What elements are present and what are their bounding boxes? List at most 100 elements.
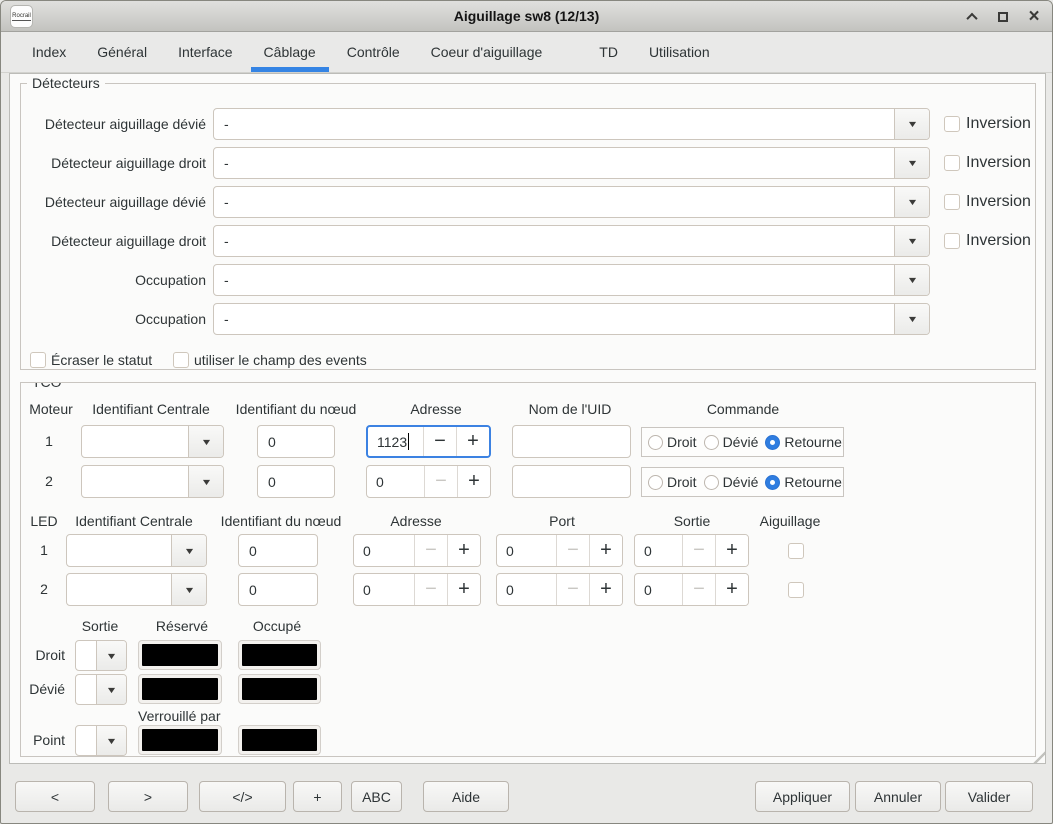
adresse-spinner[interactable]: 0 − + [353,573,481,606]
cancel-button[interactable]: Annuler [855,781,941,812]
dropdown-button[interactable]: ▼ [188,426,223,457]
decrement-button[interactable]: − [414,574,447,605]
port-spinner[interactable]: 0 − + [496,573,623,606]
increment-button[interactable]: + [715,574,748,605]
central-id-combo[interactable]: ▼ [81,425,224,458]
option-ecraser-le-statut[interactable]: Écraser le statut [30,350,152,370]
dropdown-button[interactable]: ▼ [894,304,929,334]
adresse-spinner-value[interactable]: 0 [367,466,424,497]
inversion-checkbox[interactable] [944,233,960,249]
dropdown-button[interactable]: ▼ [171,574,206,605]
occupe-color-button[interactable] [238,725,321,755]
inversion-checkbox[interactable] [944,194,960,210]
radio-droit[interactable] [648,434,663,450]
title-bar[interactable]: Rocrail Aiguillage sw8 (12/13) × [1,1,1052,32]
dropdown-button[interactable]: ▼ [894,148,929,178]
inversion-option[interactable]: Inversion [944,186,1031,218]
sortie-mini-combo[interactable]: ▼ [75,674,127,705]
inversion-checkbox[interactable] [944,116,960,132]
port-spinner-value[interactable]: 0 [497,535,556,566]
radio-devie[interactable] [703,434,719,450]
increment-button[interactable]: + [589,574,622,605]
dropdown-button[interactable]: ▼ [188,466,223,497]
maximize-icon[interactable] [995,9,1011,25]
aiguillage-checkbox[interactable] [788,543,804,559]
reserve-color-button[interactable] [138,725,222,755]
prev-button[interactable]: < [15,781,95,812]
inversion-checkbox[interactable] [944,155,960,171]
reserve-color-button[interactable] [138,674,222,704]
dropdown-button[interactable]: ▼ [96,726,126,755]
central-id-combo[interactable]: ▼ [81,465,224,498]
tab-coeur-d-aiguillage[interactable]: Coeur d'aiguillage [418,32,556,72]
next-button[interactable]: > [108,781,188,812]
radio-retourner[interactable] [765,474,781,490]
decrement-button[interactable]: − [682,574,715,605]
radio-retourner[interactable] [765,434,781,450]
increment-button[interactable]: + [457,466,490,497]
occupe-color-button[interactable] [238,640,321,670]
increment-button[interactable]: + [447,535,480,566]
tab-controle[interactable]: Contrôle [334,32,413,72]
minimize-icon[interactable] [964,9,980,25]
dropdown-button[interactable]: ▼ [96,675,126,704]
radio-droit[interactable] [648,474,663,490]
code-button[interactable]: </> [199,781,286,812]
ecraser-le-statut-checkbox[interactable] [30,352,46,368]
dropdown-button[interactable]: ▼ [894,187,929,217]
dropdown-button[interactable]: ▼ [894,226,929,256]
dropdown-button[interactable]: ▼ [894,265,929,295]
increment-button[interactable]: + [589,535,622,566]
dropdown-button[interactable]: ▼ [171,535,206,566]
adresse-spinner[interactable]: 0 − + [366,465,491,498]
increment-button[interactable]: + [456,427,489,456]
node-id-field[interactable]: 0 [238,534,318,567]
sortie-spinner-value[interactable]: 0 [635,535,682,566]
help-button[interactable]: Aide [423,781,509,812]
ok-button[interactable]: Valider [945,781,1033,812]
decrement-button[interactable]: − [556,535,589,566]
adresse-spinner-value[interactable]: 0 [354,535,414,566]
dropdown-button[interactable]: ▼ [894,109,929,139]
central-id-combo[interactable]: ▼ [66,573,207,606]
inversion-option[interactable]: Inversion [944,225,1031,257]
decrement-button[interactable]: − [424,466,457,497]
node-id-field[interactable]: 0 [257,465,335,498]
adresse-spinner[interactable]: 0 − + [353,534,481,567]
abc-button[interactable]: ABC [351,781,402,812]
option-utiliser-le-champ-des-events[interactable]: utiliser le champ des events [173,350,367,370]
decrement-button[interactable]: − [414,535,447,566]
tab-interface[interactable]: Interface [165,32,245,72]
tab-index[interactable]: Index [19,32,79,72]
detector-combo[interactable]: - ▼ [213,147,930,179]
sortie-mini-combo[interactable]: ▼ [75,640,127,671]
increment-button[interactable]: + [447,574,480,605]
inversion-option[interactable]: Inversion [944,108,1031,140]
node-id-field[interactable]: 0 [257,425,335,458]
reserve-color-button[interactable] [138,640,222,670]
dropdown-button[interactable]: ▼ [96,641,126,670]
resize-grip[interactable] [1032,750,1045,763]
sortie-mini-combo[interactable]: ▼ [75,725,127,756]
decrement-button[interactable]: − [682,535,715,566]
node-id-field[interactable]: 0 [238,573,318,606]
decrement-button[interactable]: − [423,427,456,456]
detector-combo[interactable]: - ▼ [213,225,930,257]
aiguillage-checkbox[interactable] [788,582,804,598]
port-spinner-value[interactable]: 0 [497,574,556,605]
sortie-spinner-value[interactable]: 0 [635,574,682,605]
sortie-spinner[interactable]: 0 − + [634,534,749,567]
inversion-option[interactable]: Inversion [944,147,1031,179]
port-spinner[interactable]: 0 − + [496,534,623,567]
uid-name-field[interactable] [512,425,631,458]
utiliser-le-champ-des-events-checkbox[interactable] [173,352,189,368]
tab-cablage[interactable]: Câblage [250,32,329,72]
add-button[interactable]: + [293,781,342,812]
tab-utilisation[interactable]: Utilisation [636,32,723,72]
central-id-combo[interactable]: ▼ [66,534,207,567]
detector-combo[interactable]: - ▼ [213,108,930,140]
tab-general[interactable]: Général [84,32,160,72]
close-icon[interactable]: × [1026,7,1042,26]
detector-combo[interactable]: - ▼ [213,186,930,218]
decrement-button[interactable]: − [556,574,589,605]
